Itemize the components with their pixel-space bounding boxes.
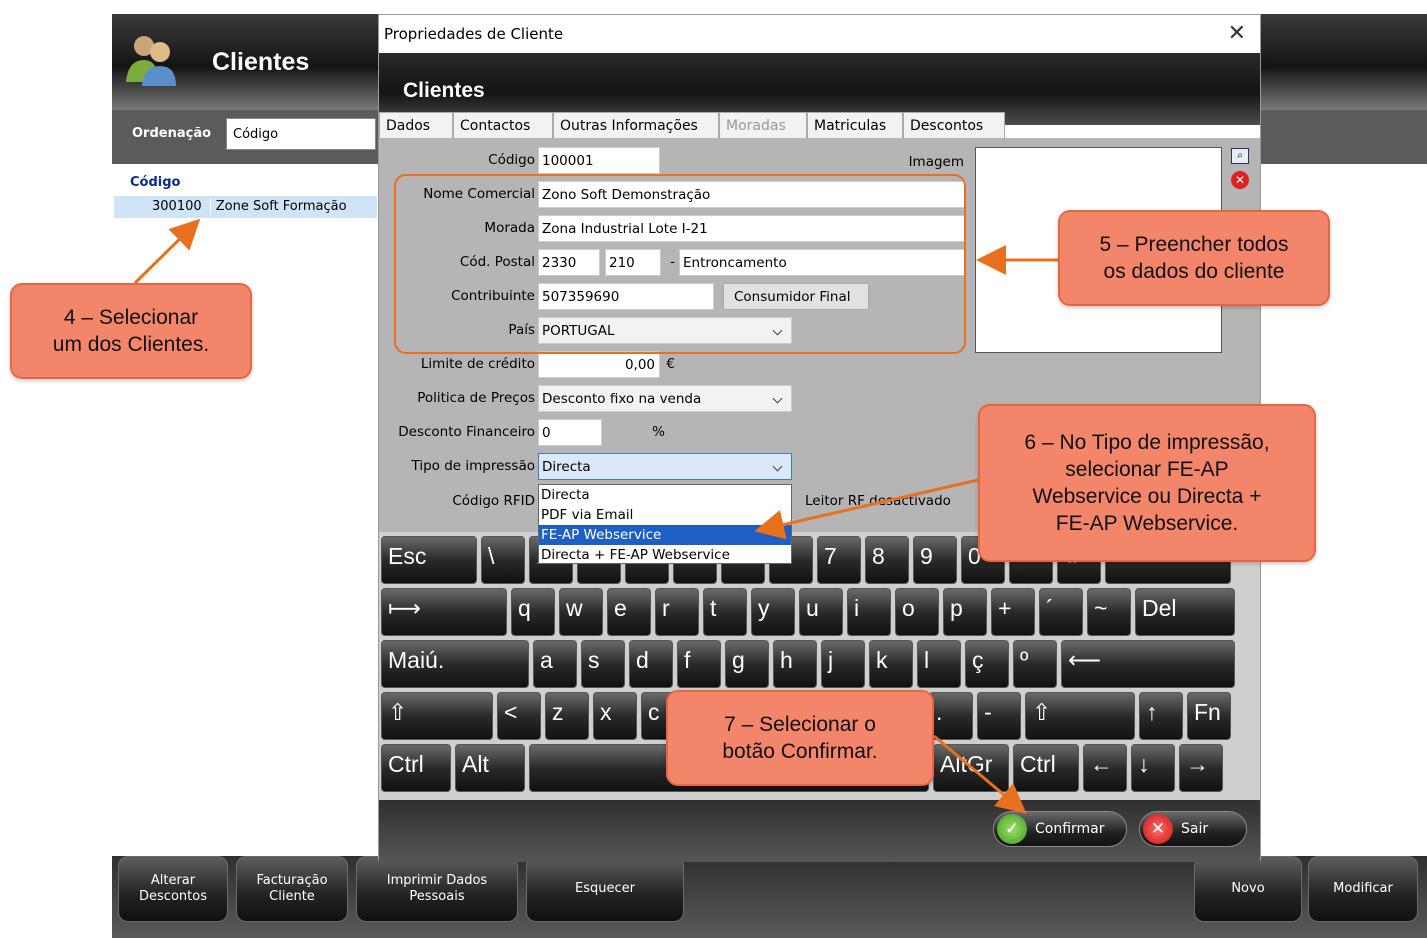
callout-step-5: 5 – Preencher todos os dados do cliente bbox=[1058, 210, 1330, 306]
callout-step-4: 4 – Selecionar um dos Clientes. bbox=[10, 283, 252, 379]
callout-step-7: 7 – Selecionar o botão Confirmar. bbox=[666, 690, 934, 786]
arrow-7 bbox=[933, 734, 1027, 814]
arrow-4 bbox=[133, 218, 201, 285]
callout-step-6: 6 – No Tipo de impressão, selecionar FE-… bbox=[978, 404, 1316, 562]
arrow-6 bbox=[754, 478, 979, 540]
